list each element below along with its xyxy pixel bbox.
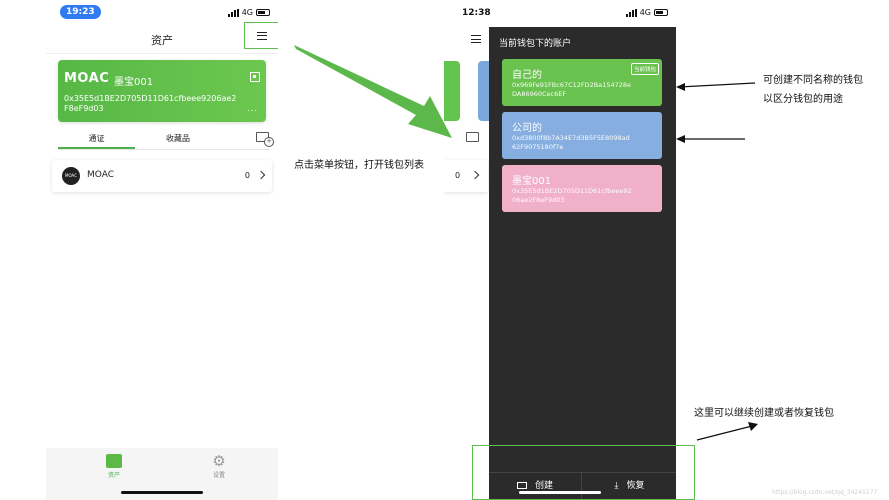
wallet-card-peek bbox=[444, 61, 460, 121]
drawer-title: 当前钱包下的账户 bbox=[499, 39, 572, 49]
battery-icon bbox=[256, 9, 270, 16]
account-address: 0x35E5d1BE2D705D11D61cfbeee9206ae2F8eF9d… bbox=[512, 187, 632, 204]
nav-settings-label: 设置 bbox=[212, 472, 225, 479]
account-name: 墨宝001 bbox=[512, 176, 552, 187]
network-label: 4G bbox=[241, 8, 253, 17]
nav-settings[interactable]: ⚙ 设置 bbox=[199, 452, 239, 480]
tab-collectibles[interactable]: 收藏品 bbox=[135, 131, 221, 149]
network-label: 4G bbox=[639, 8, 651, 17]
chevron-right-icon bbox=[256, 170, 266, 180]
black-arrows bbox=[676, 82, 758, 441]
token-logo: MOAC bbox=[62, 167, 80, 185]
menu-button[interactable] bbox=[244, 22, 278, 49]
add-token-icon[interactable] bbox=[256, 132, 274, 147]
account-address: 0x969Fe91FBc67C12FD2Ba154728eDA86960Cec6… bbox=[512, 81, 632, 98]
token-row[interactable]: MOAC MOAC 0 bbox=[52, 160, 272, 192]
signal-icon bbox=[625, 8, 637, 17]
status-time: 12:38 bbox=[462, 8, 491, 18]
wallet-drawer: 当前钱包下的账户 自己的 当前钱包 0x969Fe91FBc67C12FD2Ba… bbox=[489, 27, 676, 500]
left-phone-screen: 19:23 4G 资产 MOAC 墨宝001 0x35E5d1BE2D705D1… bbox=[46, 0, 278, 500]
token-name: MOAC bbox=[87, 170, 114, 180]
account-card-mobao[interactable]: 墨宝001 0x35E5d1BE2D705D11D61cfbeee9206ae2… bbox=[502, 165, 662, 212]
gear-icon: ⚙ bbox=[212, 452, 226, 470]
status-indicators: 4G bbox=[227, 8, 270, 17]
current-wallet-badge: 当前钱包 bbox=[630, 63, 659, 75]
token-row-peek: 0 bbox=[444, 160, 488, 192]
more-icon[interactable]: ... bbox=[247, 104, 258, 113]
status-time: 19:23 bbox=[60, 5, 101, 19]
nav-assets-label: 资产 bbox=[107, 472, 120, 479]
green-arrow bbox=[294, 45, 452, 138]
accounts-annotation-line1: 可创建不同名称的钱包 bbox=[763, 75, 863, 86]
tab-tokens[interactable]: 通证 bbox=[58, 131, 135, 149]
right-phone-screen: 12:38 4G 0 当前钱包下的账户 自己的 当前钱包 0x969Fe91FB… bbox=[444, 0, 676, 500]
account-address: 0xd3800f8b7A34E7d3B5F5E8098ad62F9075180f… bbox=[512, 134, 630, 151]
wallet-card[interactable]: MOAC 墨宝001 0x35E5d1BE2D705D11D61cfbeee92… bbox=[58, 60, 266, 122]
home-indicator bbox=[121, 491, 203, 494]
account-name: 自己的 bbox=[512, 70, 542, 81]
add-token-icon bbox=[466, 132, 479, 142]
hamburger-icon bbox=[257, 31, 267, 40]
hamburger-icon[interactable] bbox=[471, 35, 481, 43]
status-bar: 19:23 4G bbox=[46, 0, 278, 24]
token-balance: 0 bbox=[455, 171, 461, 180]
create-annotation: 这里可以继续创建或者恢复钱包 bbox=[694, 408, 834, 419]
battery-icon bbox=[654, 9, 668, 16]
footer-highlight-box bbox=[472, 445, 695, 500]
wallet-icon bbox=[106, 454, 122, 468]
chevron-right-icon bbox=[470, 170, 480, 180]
wallet-address: 0x35E5d1BE2D705D11D61cfbeee9206ae2F8eF9d… bbox=[64, 94, 237, 113]
qr-code-icon[interactable] bbox=[250, 72, 260, 82]
watermark: https://blog.csdn.net/qq_34245177 bbox=[772, 489, 878, 496]
tabs-divider bbox=[58, 149, 270, 150]
accounts-annotation-line2: 以区分钱包的用途 bbox=[763, 94, 843, 105]
wallet-name: 墨宝001 bbox=[114, 77, 154, 88]
signal-icon bbox=[227, 8, 239, 17]
account-card-own[interactable]: 自己的 当前钱包 0x969Fe91FBc67C12FD2Ba154728eDA… bbox=[502, 59, 662, 106]
account-name: 公司的 bbox=[512, 123, 542, 134]
moac-logo: MOAC bbox=[64, 71, 110, 86]
nav-assets[interactable]: 资产 bbox=[94, 454, 134, 479]
header-divider bbox=[46, 53, 278, 54]
status-indicators: 4G bbox=[625, 8, 668, 17]
account-card-company[interactable]: 公司的 0xd3800f8b7A34E7d3B5F5E8098ad62F9075… bbox=[502, 112, 662, 159]
accounts-annotation: 可创建不同名称的钱包 以区分钱包的用途 bbox=[763, 71, 863, 109]
menu-annotation: 点击菜单按钮，打开钱包列表 bbox=[294, 160, 424, 171]
token-balance: 0 bbox=[244, 171, 250, 180]
